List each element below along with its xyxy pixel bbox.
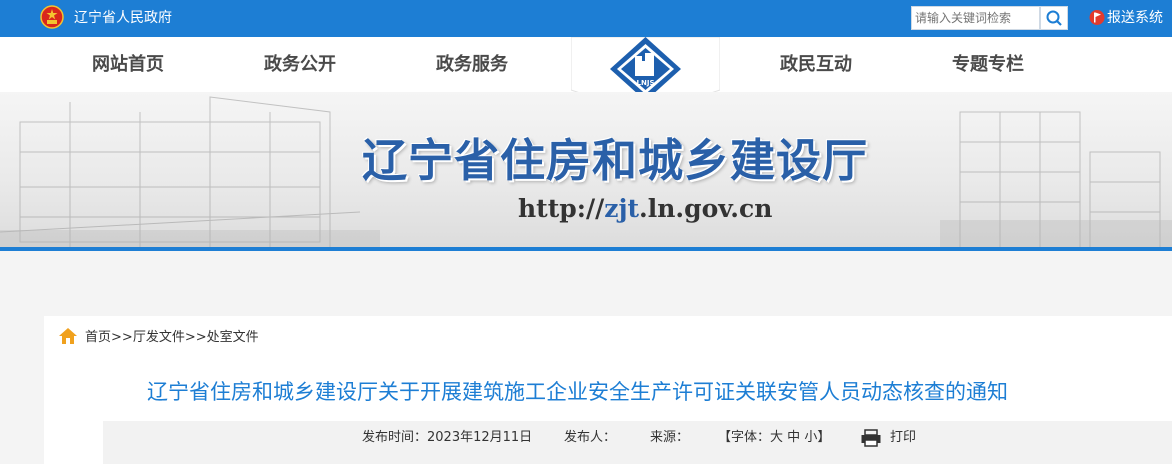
breadcrumb-separator: >> <box>184 330 207 345</box>
breadcrumb-level2[interactable]: 处室文件 <box>207 330 259 345</box>
url-suffix: .ln.gov.cn <box>639 194 773 223</box>
search-button[interactable] <box>1040 6 1068 30</box>
breadcrumb: 首页>>厅发文件>>处室文件 <box>85 329 259 346</box>
breadcrumb-level1[interactable]: 厅发文件 <box>133 330 185 345</box>
gov-portal-link[interactable]: 辽宁省人民政府 <box>74 9 172 27</box>
print-link[interactable]: 打印 <box>890 429 916 447</box>
font-medium-button[interactable]: 中 <box>787 430 800 445</box>
breadcrumb-home[interactable]: 首页 <box>85 330 111 345</box>
search-icon <box>1046 10 1062 26</box>
font-small-button[interactable]: 小 <box>804 430 817 445</box>
report-flag-icon <box>1089 10 1105 25</box>
font-size-selector: 【字体：大 中 小】 <box>718 429 830 447</box>
publisher: 发布人： <box>564 430 617 445</box>
report-system-link[interactable]: 报送系统 <box>1107 9 1163 27</box>
nav-government-affairs[interactable]: 政务公开 <box>264 54 336 76</box>
nav-interaction[interactable]: 政民互动 <box>780 54 852 76</box>
nav-home[interactable]: 网站首页 <box>92 54 164 76</box>
font-size-close: 】 <box>817 430 831 445</box>
national-emblem-icon <box>40 5 64 29</box>
url-prefix: http:// <box>518 194 605 223</box>
print-icon <box>861 429 881 447</box>
source: 来源： <box>650 430 690 445</box>
banner-divider <box>0 247 1172 251</box>
banner-title: 辽宁省住房和城乡建设厅 <box>362 134 869 187</box>
banner-url: http://zjt.ln.gov.cn <box>518 194 772 224</box>
nav-government-services[interactable]: 政务服务 <box>436 54 508 76</box>
url-highlight: zjt <box>604 194 640 223</box>
breadcrumb-separator: >> <box>111 330 133 345</box>
publish-time: 发布时间：2023年12月11日 <box>362 430 533 445</box>
logo-text: LNJS <box>637 79 655 87</box>
article-title: 辽宁省住房和城乡建设厅关于开展建筑施工企业安全生产许可证关联安管人员动态核查的通… <box>147 380 1008 404</box>
article-meta-bar <box>103 421 1172 464</box>
home-icon <box>59 328 77 344</box>
nav-special-topics[interactable]: 专题专栏 <box>952 54 1024 76</box>
font-large-button[interactable]: 大 <box>770 430 783 445</box>
font-size-open: 【字体： <box>718 430 771 445</box>
search-input[interactable] <box>911 6 1040 30</box>
